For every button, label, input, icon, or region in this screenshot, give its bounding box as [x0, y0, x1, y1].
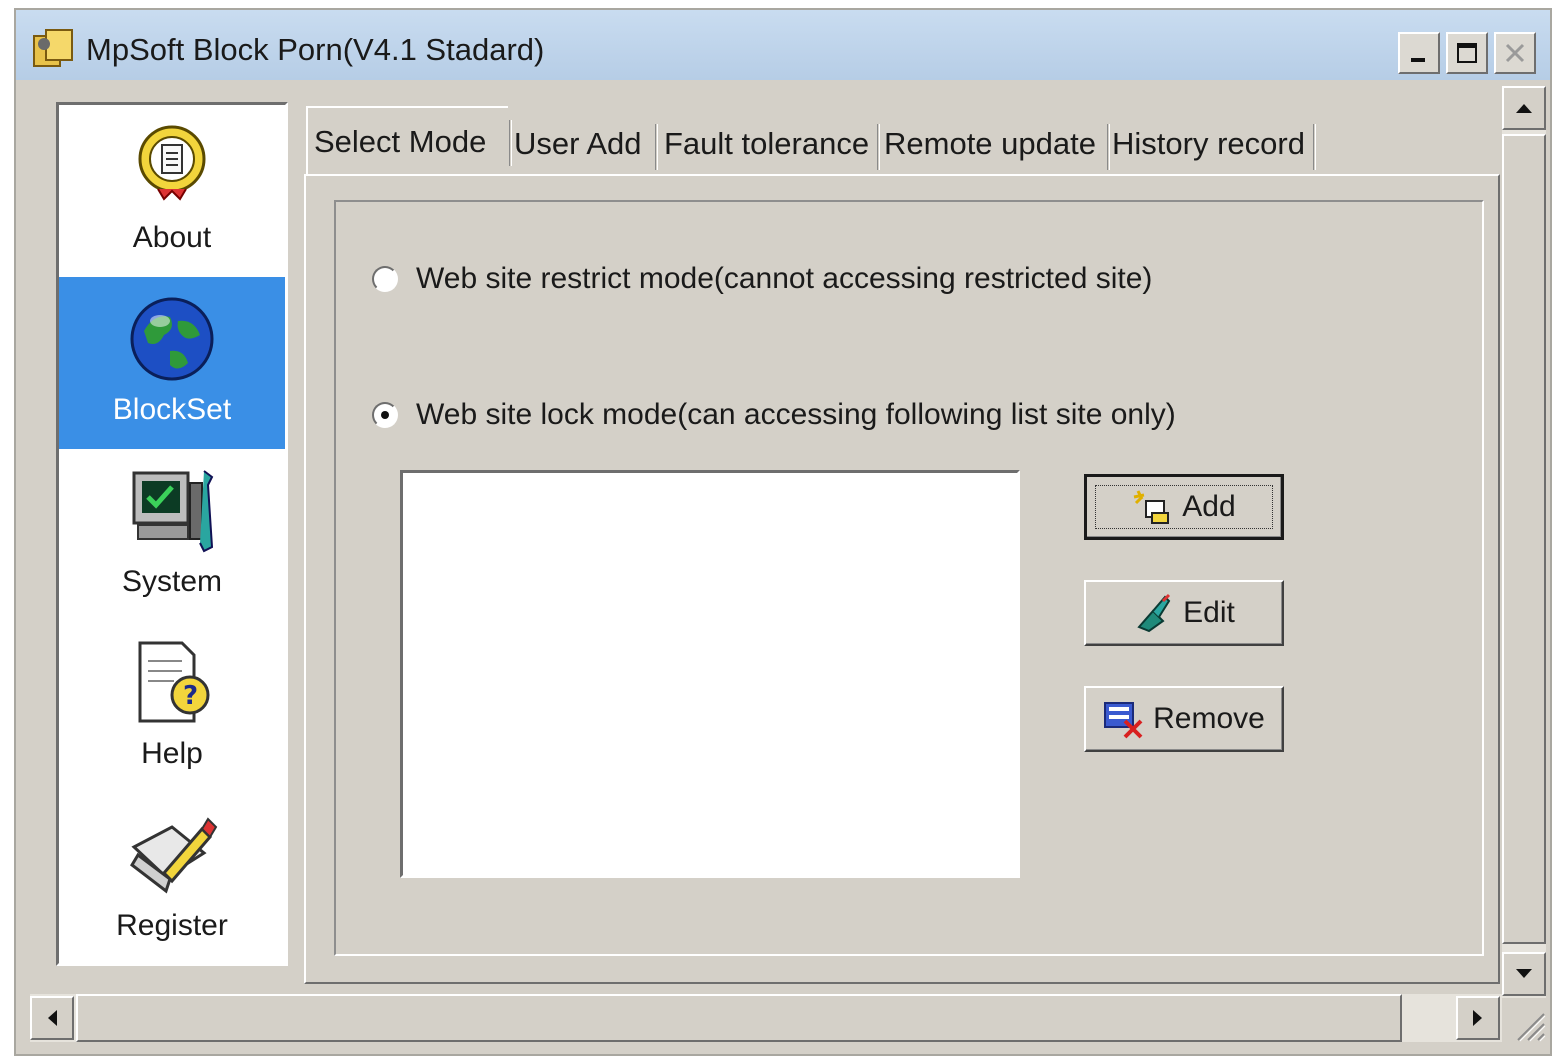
tab-page-select-mode: Web site restrict mode(cannot accessing … [304, 174, 1500, 984]
scroll-down-button[interactable] [1502, 952, 1546, 996]
horizontal-scroll-thumb[interactable] [76, 994, 1402, 1042]
tab-label: History record [1112, 126, 1305, 161]
restrict-mode-option[interactable]: Web site restrict mode(cannot accessing … [372, 262, 1152, 296]
remove-icon [1104, 702, 1143, 739]
maximize-button[interactable] [1446, 32, 1488, 74]
scroll-right-button[interactable] [1456, 996, 1500, 1040]
nav-item-label: About [132, 221, 212, 254]
tab-user-add[interactable]: User Add [508, 112, 658, 176]
nav-item-blockset[interactable]: BlockSet [59, 277, 285, 449]
window-title: MpSoft Block Porn(V4.1 Stadard) [86, 32, 545, 67]
nav-item-about[interactable]: About [59, 105, 285, 277]
edit-button[interactable]: Edit [1084, 580, 1284, 646]
close-button[interactable] [1494, 32, 1536, 74]
minimize-icon [1411, 58, 1425, 62]
edit-icon [1137, 593, 1171, 633]
title-bar[interactable]: MpSoft Block Porn(V4.1 Stadard) [16, 10, 1550, 80]
help-document-icon: ? [138, 641, 210, 723]
add-icon [1134, 490, 1170, 524]
tab-label: Remote update [884, 126, 1096, 161]
nav-item-label: BlockSet [112, 393, 232, 426]
lock-mode-option[interactable]: Web site lock mode(can accessing followi… [372, 398, 1176, 432]
globe-icon [130, 297, 214, 381]
nav-item-help[interactable]: ? Help [59, 621, 285, 793]
tab-remote-update[interactable]: Remote update [878, 112, 1110, 176]
register-pen-icon [130, 817, 218, 894]
tab-label: Select Mode [314, 124, 487, 159]
lock-mode-radio[interactable] [372, 402, 398, 428]
arrow-up-icon [1516, 104, 1532, 113]
restrict-mode-radio[interactable] [372, 266, 398, 292]
allowed-site-list[interactable] [400, 470, 1020, 878]
resize-grip-icon[interactable] [1512, 1008, 1546, 1042]
tab-label: User Add [514, 126, 642, 161]
remove-button-label: Remove [1153, 702, 1265, 735]
minimize-button[interactable] [1398, 32, 1440, 74]
edit-button-label: Edit [1183, 596, 1235, 629]
vertical-scroll-thumb[interactable] [1502, 134, 1546, 944]
horizontal-scrollbar[interactable] [30, 994, 1502, 1042]
nav-item-register[interactable]: Register [59, 793, 285, 965]
app-window: MpSoft Block Porn(V4.1 Stadard) About Bl… [14, 8, 1552, 1056]
arrow-down-icon [1516, 969, 1532, 978]
arrow-right-icon [1473, 1010, 1482, 1026]
nav-item-label: System [121, 565, 223, 598]
maximize-icon [1457, 43, 1477, 63]
add-button[interactable]: Add [1084, 474, 1284, 540]
svg-text:?: ? [183, 681, 198, 711]
about-icon [138, 125, 206, 201]
restrict-mode-label: Web site restrict mode(cannot accessing … [416, 262, 1153, 295]
nav-item-label: Register [116, 909, 228, 942]
computer-icon [132, 470, 214, 553]
mode-group-box: Web site restrict mode(cannot accessing … [334, 200, 1484, 956]
lock-mode-label: Web site lock mode(can accessing followi… [416, 398, 1176, 431]
nav-item-label: Help [141, 737, 203, 770]
tab-label: Fault tolerance [664, 126, 870, 161]
remove-button[interactable]: Remove [1084, 686, 1284, 752]
vertical-scrollbar[interactable] [1502, 86, 1546, 998]
app-icon [33, 29, 73, 67]
tab-select-mode[interactable]: Select Mode [306, 106, 512, 176]
add-button-label: Add [1182, 490, 1236, 523]
nav-panel: About BlockSet System ? Help Register [56, 102, 288, 966]
nav-item-system[interactable]: System [59, 449, 285, 621]
tab-separator [1313, 124, 1316, 170]
tab-history-record[interactable]: History record [1106, 112, 1316, 176]
scroll-left-button[interactable] [30, 996, 74, 1040]
tab-fault-tolerance[interactable]: Fault tolerance [658, 112, 880, 176]
close-icon [1505, 43, 1525, 63]
arrow-left-icon [48, 1010, 57, 1026]
scroll-up-button[interactable] [1502, 86, 1546, 130]
